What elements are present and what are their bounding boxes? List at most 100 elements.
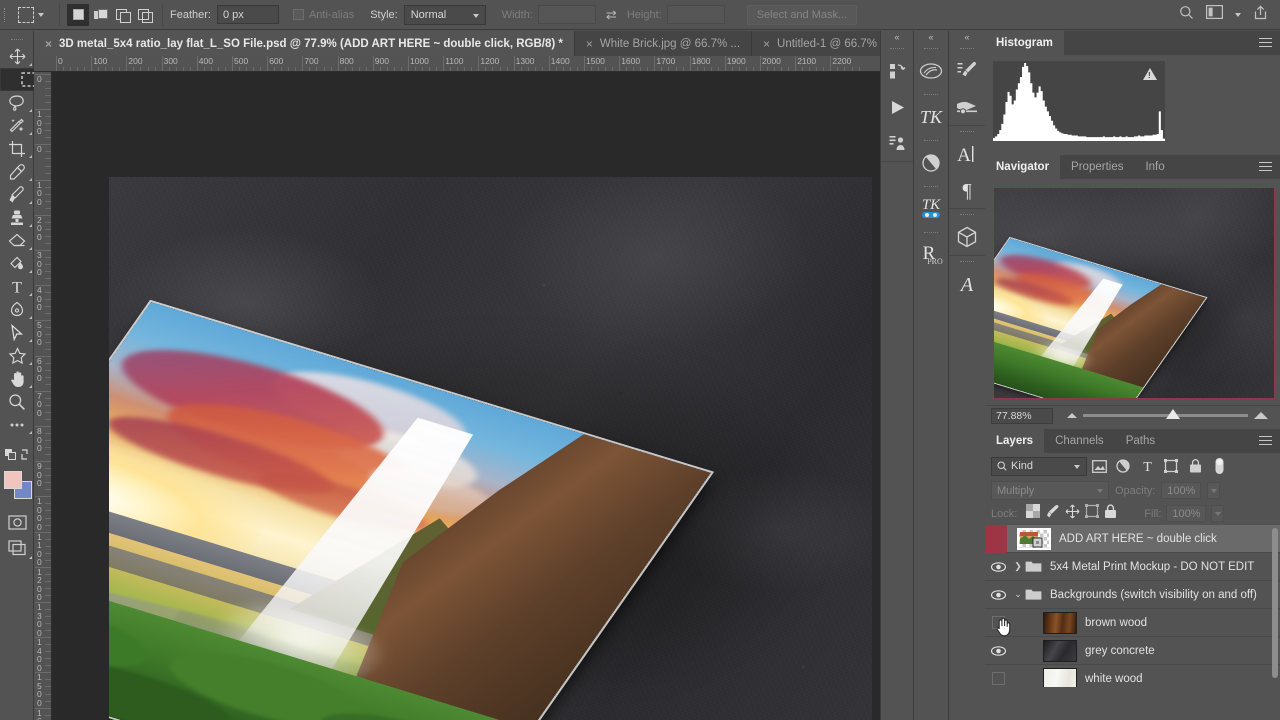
shape-filter-icon[interactable] <box>1159 455 1183 477</box>
tab-info[interactable]: Info <box>1134 155 1175 179</box>
layers-list[interactable]: ADD ART HERE ~ double click ❯ 5x4 Metal … <box>985 525 1280 687</box>
quick-selection-tool[interactable] <box>0 114 34 137</box>
layer-row-white-wood[interactable]: white wood <box>985 665 1280 687</box>
rail-grip[interactable] <box>949 256 985 266</box>
type-filter-icon[interactable]: T <box>1135 455 1159 477</box>
subtract-from-selection-button[interactable] <box>111 3 133 26</box>
tab-properties[interactable]: Properties <box>1060 155 1134 179</box>
document-tab-1[interactable]: × White Brick.jpg @ 66.7% ... <box>574 31 753 56</box>
layer-filter-kind-select[interactable]: Kind <box>991 456 1087 476</box>
fill-input[interactable]: 100% <box>1166 505 1207 522</box>
paragraph-icon[interactable]: ¶ <box>949 172 985 208</box>
rail-grip[interactable] <box>914 43 948 53</box>
smart-object-filter-icon[interactable] <box>1183 455 1207 477</box>
default-colors-and-swap[interactable] <box>0 443 34 466</box>
lasso-tool[interactable] <box>0 91 34 114</box>
rail-grip[interactable] <box>949 126 985 136</box>
layer-visibility-toggle[interactable] <box>985 665 1011 688</box>
rail-grip[interactable] <box>914 135 948 145</box>
panel-menu-icon[interactable] <box>1259 162 1272 174</box>
zoom-in-icon[interactable] <box>1254 412 1268 419</box>
zoom-slider-track[interactable] <box>1083 409 1248 419</box>
layer-thumbnail[interactable] <box>1017 527 1051 550</box>
layer-row-grey-concrete[interactable]: grey concrete <box>985 637 1280 665</box>
lock-position-icon[interactable] <box>1065 504 1080 524</box>
layer-color-tag[interactable] <box>985 525 1007 553</box>
raya-pro-icon[interactable]: R PRO <box>914 237 948 273</box>
uncached-data-warning-icon[interactable] <box>1143 68 1157 80</box>
filter-toggle-icon[interactable] <box>1207 455 1231 477</box>
search-icon[interactable] <box>1179 5 1194 25</box>
tab-channels[interactable]: Channels <box>1044 429 1115 453</box>
adjustment-filter-icon[interactable] <box>1111 455 1135 477</box>
rail-grip[interactable] <box>914 181 948 191</box>
color-swatches[interactable] <box>0 469 34 503</box>
opacity-scrubber-button[interactable] <box>1207 482 1221 499</box>
clone-stamp-tool[interactable] <box>0 206 34 229</box>
hand-tool[interactable] <box>0 367 34 390</box>
rail-grip[interactable] <box>949 43 985 53</box>
layer-row-add-art-here[interactable]: ADD ART HERE ~ double click <box>985 525 1280 553</box>
zoom-out-icon[interactable] <box>1067 413 1077 418</box>
height-input[interactable] <box>666 5 725 24</box>
document-tab-0[interactable]: × 3D metal_5x4 ratio_lay flat_L_SO File.… <box>34 31 575 56</box>
document-canvas-area[interactable] <box>34 56 914 720</box>
horizontal-ruler[interactable]: 0 100 200 300 400 500 600 700 800 900 1000 1100 1200… <box>34 56 880 72</box>
new-selection-button[interactable] <box>67 3 89 26</box>
brushes-icon[interactable] <box>949 53 985 89</box>
character-icon[interactable]: A <box>949 136 985 172</box>
pen-tool[interactable] <box>0 298 34 321</box>
screen-mode-button[interactable] <box>0 535 34 561</box>
style-select[interactable]: Normal <box>403 4 486 25</box>
glyphs-icon[interactable]: A <box>949 266 985 302</box>
collapse-rail-b-button[interactable]: « <box>914 31 948 43</box>
close-icon[interactable]: × <box>45 38 52 50</box>
tool-preset-picker[interactable] <box>10 6 52 23</box>
layer-row-metal-print-mockup[interactable]: ❯ 5x4 Metal Print Mockup - DO NOT EDIT <box>985 553 1280 581</box>
layer-row-brown-wood[interactable]: brown wood <box>985 609 1280 637</box>
3d-icon[interactable] <box>949 219 985 255</box>
anti-alias-checkbox[interactable] <box>292 9 304 20</box>
rail-grip[interactable] <box>949 209 985 219</box>
collapse-rail-a-button[interactable]: « <box>881 31 913 43</box>
script-events-icon[interactable] <box>881 53 913 89</box>
layer-visibility-toggle[interactable] <box>985 609 1011 637</box>
intersect-with-selection-button[interactable] <box>133 3 155 26</box>
toolbar-grip[interactable] <box>0 33 33 45</box>
zoom-slider-thumb[interactable] <box>1165 409 1180 419</box>
layer-thumbnail[interactable] <box>1043 667 1077 687</box>
tk-actions-icon[interactable]: TK <box>914 191 948 227</box>
lock-transparency-icon[interactable] <box>1026 504 1041 523</box>
path-selection-tool[interactable] <box>0 321 34 344</box>
panel-menu-icon[interactable] <box>1259 436 1272 448</box>
crop-tool[interactable] <box>0 137 34 160</box>
layers-scrollbar[interactable] <box>1272 528 1278 678</box>
collapse-rail-c-button[interactable]: « <box>949 31 985 43</box>
tab-histogram[interactable]: Histogram <box>985 31 1064 55</box>
histogram-graph[interactable] <box>993 61 1165 141</box>
opacity-input[interactable]: 100% <box>1161 482 1202 499</box>
close-icon[interactable]: × <box>763 38 770 50</box>
foreground-color-swatch[interactable] <box>4 471 22 489</box>
brush-tool[interactable] <box>0 183 34 206</box>
tab-layers[interactable]: Layers <box>985 429 1045 453</box>
tab-paths[interactable]: Paths <box>1115 429 1166 453</box>
feather-input[interactable]: 0 px <box>216 5 279 24</box>
share-icon[interactable] <box>1253 5 1268 25</box>
layer-visibility-toggle[interactable] <box>985 553 1011 581</box>
select-and-mask-button[interactable]: Select and Mask... <box>746 4 858 25</box>
navigator-view-box[interactable] <box>993 187 1275 399</box>
blend-mode-select[interactable]: Multiply <box>991 481 1109 500</box>
layer-visibility-toggle[interactable] <box>985 581 1011 609</box>
tk-luminosity-icon[interactable]: TK <box>914 99 948 135</box>
zoom-percent-input[interactable]: 77.88% <box>991 407 1053 424</box>
layer-visibility-toggle[interactable] <box>985 637 1011 665</box>
layer-row-backgrounds[interactable]: ⌄ Backgrounds (switch visibility on and … <box>985 581 1280 609</box>
eyedropper-tool[interactable] <box>0 160 34 183</box>
zoom-tool[interactable] <box>0 390 34 413</box>
rail-grip[interactable] <box>914 227 948 237</box>
lock-all-icon[interactable] <box>1104 503 1117 524</box>
fill-scrubber-button[interactable] <box>1211 505 1225 522</box>
play-action-icon[interactable] <box>881 89 913 125</box>
chevron-down-icon[interactable] <box>1235 12 1241 17</box>
